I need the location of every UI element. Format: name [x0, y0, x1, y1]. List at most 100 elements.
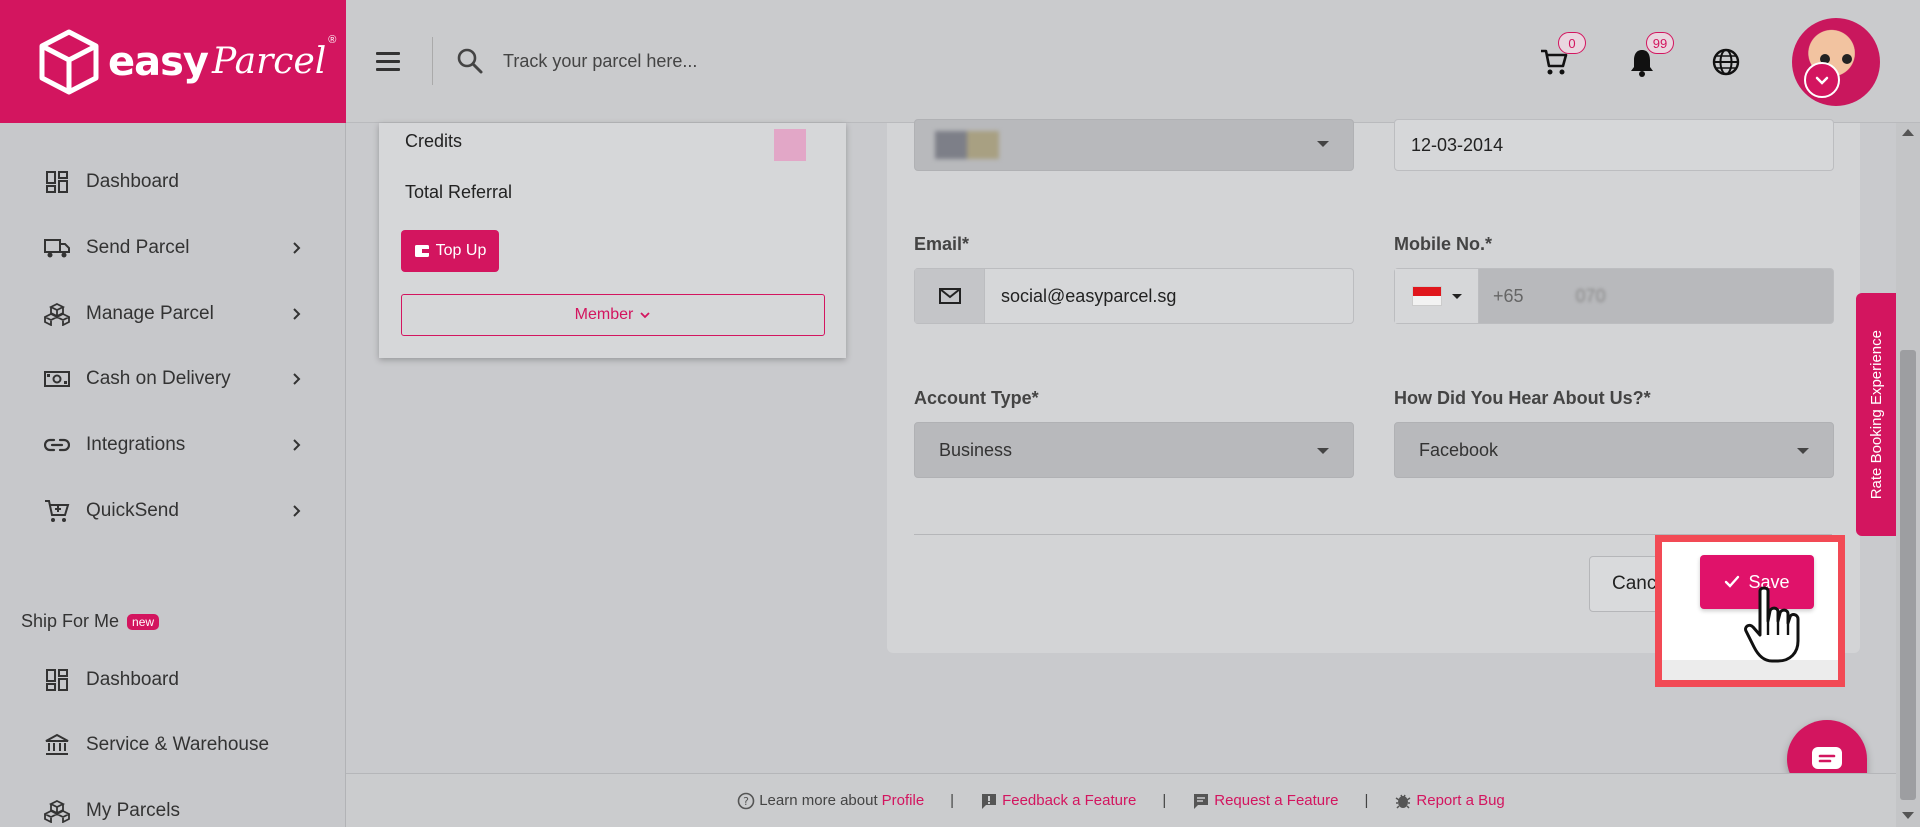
header-actions: 0 99: [1534, 18, 1880, 106]
track-parcel-search-input[interactable]: [503, 41, 1023, 81]
svg-text:?: ?: [743, 795, 749, 808]
rate-booking-label: Rate Booking Experience: [1867, 329, 1885, 500]
footer-separator: |: [950, 792, 955, 809]
page-scrollbar[interactable]: [1896, 123, 1920, 827]
sidebar-item-cash-on-delivery[interactable]: Cash on Delivery: [44, 359, 304, 399]
chevron-right-icon: [293, 308, 301, 320]
footer-bug[interactable]: Report a Bug: [1394, 792, 1505, 810]
learn-prefix: Learn more about: [759, 792, 878, 809]
footer-request[interactable]: Request a Feature: [1192, 792, 1338, 810]
sidebar-item-label: QuickSend: [86, 500, 179, 521]
chat-bubble-icon: [1812, 747, 1842, 769]
link-icon: [44, 438, 70, 452]
credits-card: Credits Total Referral Top Up Member: [379, 123, 846, 358]
hear-about-select[interactable]: Facebook: [1394, 422, 1834, 478]
top-up-button[interactable]: Top Up: [401, 230, 499, 272]
check-icon: [1725, 575, 1740, 588]
singapore-flag-icon: [1411, 286, 1442, 306]
wallet-icon: [414, 245, 429, 257]
cart-button[interactable]: 0: [1534, 32, 1586, 82]
footer-learn-more: ? Learn more about Profile: [737, 792, 924, 810]
caret-down-icon: [1317, 141, 1329, 147]
top-bar: easy Parcel ® 0 99: [0, 0, 1920, 123]
envelope-icon: [938, 288, 961, 304]
mobile-country-code: +65: [1493, 285, 1524, 306]
account-type-label: Account Type*: [914, 388, 1039, 408]
hear-about-value: Facebook: [1419, 439, 1499, 460]
caret-down-icon: [1317, 448, 1329, 454]
credits-label: Credits: [405, 131, 463, 151]
total-referral-label: Total Referral: [405, 182, 513, 202]
language-button[interactable]: [1706, 42, 1746, 82]
sidebar-item-label: Send Parcel: [86, 237, 190, 258]
sidebar-item-send-parcel[interactable]: Send Parcel: [44, 228, 304, 268]
account-dropdown-button[interactable]: [1804, 62, 1840, 98]
chevron-right-icon: [293, 505, 301, 517]
account-type-select[interactable]: Business: [914, 422, 1354, 478]
sidebar-item-label: Dashboard: [86, 171, 179, 192]
brand-name-easy: easy: [108, 38, 209, 85]
sidebar-item-label: Service & Warehouse: [86, 734, 270, 755]
date-field[interactable]: 12-03-2014: [1394, 119, 1834, 171]
member-dropdown-button[interactable]: Member: [401, 294, 825, 336]
notifications-button[interactable]: 99: [1622, 32, 1674, 82]
dashboard-icon: [46, 669, 68, 691]
request-link[interactable]: Request a Feature: [1214, 792, 1338, 809]
sidebar-item-service-warehouse[interactable]: Service & Warehouse: [44, 725, 304, 765]
footer-separator: |: [1364, 792, 1369, 809]
sidebar-item-label: Integrations: [86, 434, 186, 455]
account-type-value: Business: [939, 439, 1013, 460]
search-icon[interactable]: [455, 46, 485, 76]
chevron-down-icon: [640, 312, 650, 319]
header-divider: [432, 37, 433, 85]
footer: ? Learn more about Profile | Feedback a …: [346, 773, 1896, 827]
footer-feedback[interactable]: Feedback a Feature: [980, 792, 1136, 810]
caret-down-icon: [1451, 293, 1462, 299]
scroll-up-arrow-icon[interactable]: [1902, 129, 1914, 136]
cart-count-badge: 0: [1558, 32, 1586, 54]
sidebar-item-label: Manage Parcel: [86, 303, 214, 324]
email-field[interactable]: social@easyparcel.sg: [914, 268, 1354, 324]
rate-booking-experience-tab[interactable]: Rate Booking Experience: [1856, 293, 1896, 536]
hamburger-menu-icon[interactable]: [376, 43, 412, 79]
sidebar-item-quicksend[interactable]: QuickSend: [44, 491, 304, 531]
scroll-down-arrow-icon[interactable]: [1902, 812, 1914, 819]
feedback-link[interactable]: Feedback a Feature: [1002, 792, 1136, 809]
bank-icon: [45, 733, 69, 755]
scroll-thumb[interactable]: [1900, 350, 1916, 800]
boxes-icon: [44, 799, 70, 823]
chevron-right-icon: [293, 373, 301, 385]
bug-link[interactable]: Report a Bug: [1416, 792, 1504, 809]
hear-about-label: How Did You Hear About Us?*: [1394, 388, 1651, 408]
sidebar-item-manage-parcel[interactable]: Manage Parcel: [44, 294, 304, 334]
mobile-field[interactable]: +65 070: [1394, 268, 1834, 324]
footer-separator: |: [1162, 792, 1167, 809]
notification-count-badge: 99: [1646, 32, 1674, 54]
sidebar-item-sfm-dashboard[interactable]: Dashboard: [44, 660, 304, 700]
brand-name-parcel: Parcel: [212, 41, 327, 82]
brand-logo[interactable]: easy Parcel ®: [0, 0, 346, 123]
sidebar-item-dashboard[interactable]: Dashboard: [44, 162, 304, 202]
email-label: Email*: [914, 234, 970, 254]
date-value: 12-03-2014: [1411, 134, 1504, 155]
message-icon: [1194, 793, 1209, 809]
sidebar: Dashboard Send Parcel Manage Parcel Cash…: [0, 123, 346, 827]
country-code-dropdown[interactable]: [1395, 269, 1479, 323]
sidebar-item-label: My Parcels: [86, 800, 180, 821]
member-label: Member: [574, 306, 634, 323]
chevron-right-icon: [293, 439, 301, 451]
truck-icon: [44, 239, 70, 258]
user-avatar[interactable]: [1792, 18, 1880, 106]
feedback-icon: [982, 793, 997, 809]
brand-registered-mark: ®: [328, 34, 337, 46]
sidebar-item-integrations[interactable]: Integrations: [44, 425, 304, 465]
country-select[interactable]: [914, 119, 1354, 171]
hand-pointer-cursor-icon: [1744, 586, 1800, 663]
chevron-right-icon: [293, 242, 301, 254]
sidebar-item-label: Cash on Delivery: [86, 368, 231, 389]
dashboard-icon: [46, 171, 68, 193]
box-logo-icon: [39, 29, 99, 94]
profile-link[interactable]: Profile: [882, 792, 925, 809]
sidebar-item-my-parcels[interactable]: My Parcels: [44, 791, 304, 827]
bug-icon: [1395, 794, 1411, 809]
